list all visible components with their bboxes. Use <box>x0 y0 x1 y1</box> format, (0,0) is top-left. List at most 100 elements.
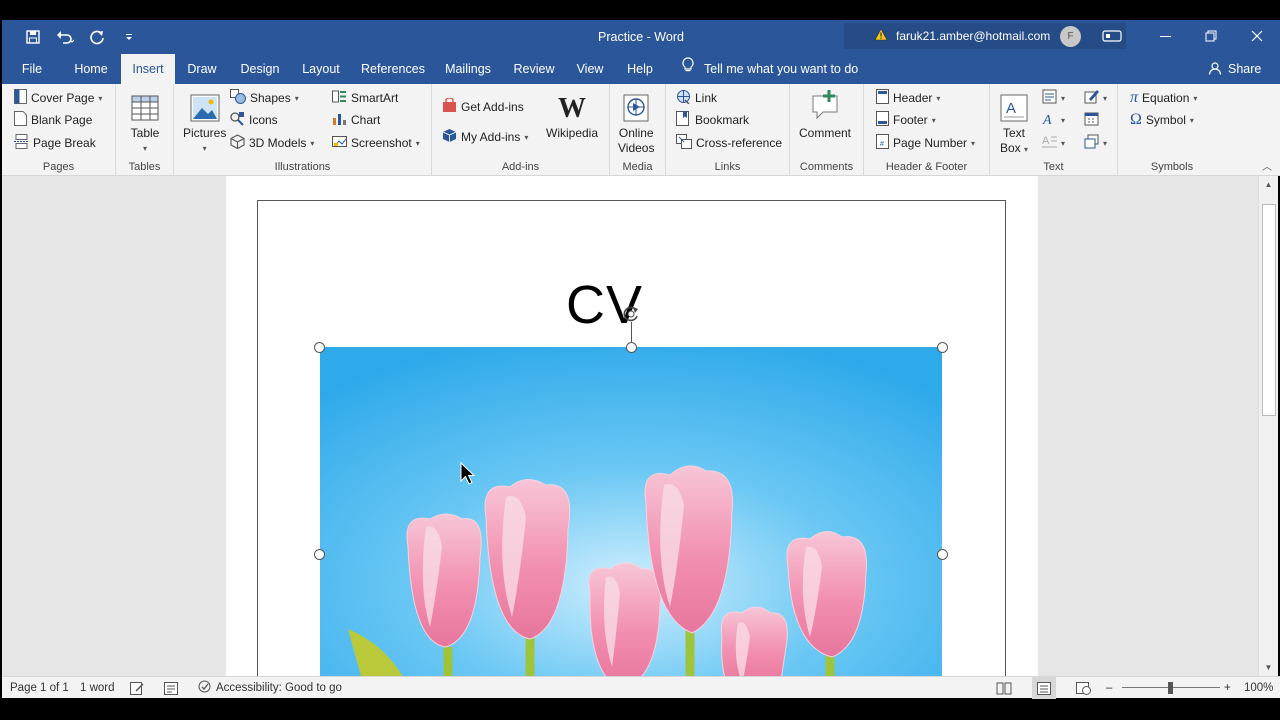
scroll-down-icon[interactable]: ▼ <box>1259 659 1278 676</box>
restore-icon[interactable] <box>1188 20 1234 52</box>
tab-home[interactable]: Home <box>68 54 114 84</box>
close-icon[interactable] <box>1234 20 1280 52</box>
minimize-icon[interactable] <box>1142 20 1188 52</box>
word-count[interactable]: 1 word <box>80 677 115 699</box>
ribbon-tabs: File Home Insert Draw Design Layout Refe… <box>2 54 1280 84</box>
macro-recording-icon[interactable] <box>164 677 178 699</box>
page-number-button[interactable]: # Page Number ▾ <box>876 133 975 153</box>
tab-references[interactable]: References <box>358 54 428 84</box>
zoom-level[interactable]: 100% <box>1244 677 1273 699</box>
wikipedia-button[interactable]: W Wikipedia <box>546 92 598 141</box>
proofing-icon[interactable] <box>130 677 144 699</box>
screenshot-button[interactable]: Screenshot ▾ <box>332 133 420 153</box>
tell-me-search[interactable]: Tell me what you want to do <box>682 54 858 84</box>
group-links: Link Bookmark Cross-reference Links <box>666 84 790 176</box>
chart-button[interactable]: Chart <box>332 110 380 130</box>
pictures-icon <box>189 92 221 124</box>
resize-handle-right[interactable] <box>937 549 948 560</box>
signature-line-icon <box>1084 89 1099 107</box>
get-addins-button[interactable]: Get Add-ins <box>442 97 524 117</box>
collapse-ribbon-icon[interactable]: ︿ <box>1262 158 1272 173</box>
symbol-button[interactable]: Ω Symbol ▾ <box>1130 110 1194 130</box>
object-icon <box>1084 134 1099 152</box>
resize-handle-top-left[interactable] <box>314 342 325 353</box>
zoom-in-icon[interactable]: + <box>1224 677 1231 699</box>
table-button[interactable]: Table ▾ <box>129 92 161 156</box>
group-label-illustrations: Illustrations <box>274 161 331 173</box>
shapes-button[interactable]: Shapes ▾ <box>230 88 299 108</box>
comment-button[interactable]: Comment <box>799 88 851 141</box>
tab-file[interactable]: File <box>14 54 50 84</box>
wikipedia-icon: W <box>558 92 587 124</box>
document-page[interactable]: CV <box>226 176 1038 676</box>
accessibility-status[interactable]: Accessibility: Good to go <box>198 677 342 699</box>
link-button[interactable]: Link <box>676 88 717 108</box>
save-icon[interactable] <box>22 27 44 47</box>
web-layout-icon[interactable] <box>1076 677 1091 699</box>
tab-draw[interactable]: Draw <box>182 54 222 84</box>
pictures-button[interactable]: Pictures ▾ <box>183 92 226 156</box>
inserted-picture[interactable] <box>320 347 942 676</box>
text-box-button[interactable]: A Text Box ▾ <box>998 92 1030 157</box>
page-count[interactable]: Page 1 of 1 <box>10 677 69 699</box>
screenshot-icon <box>332 134 347 152</box>
my-addins-icon <box>442 128 457 146</box>
account-area[interactable]: faruk21.amber@hotmail.com F <box>844 23 1126 49</box>
object-button[interactable]: ▾ <box>1084 133 1107 153</box>
tab-mailings[interactable]: Mailings <box>438 54 498 84</box>
vertical-scrollbar[interactable]: ▲ ▼ <box>1258 176 1278 676</box>
cross-reference-button[interactable]: Cross-reference <box>676 133 782 153</box>
online-video-icon <box>620 92 652 124</box>
icons-button[interactable]: Icons <box>230 110 278 130</box>
header-button[interactable]: Header ▾ <box>876 88 940 108</box>
zoom-out-icon[interactable]: – <box>1106 677 1112 699</box>
equation-button[interactable]: π Equation ▾ <box>1130 88 1197 108</box>
resize-handle-top[interactable] <box>626 342 637 353</box>
resize-handle-left[interactable] <box>314 549 325 560</box>
cover-page-button[interactable]: Cover Page ▾ <box>14 88 102 108</box>
zoom-slider-thumb[interactable] <box>1168 682 1173 694</box>
share-button[interactable]: Share <box>1208 54 1261 84</box>
scrollbar-thumb[interactable] <box>1262 204 1276 416</box>
tab-insert[interactable]: Insert <box>121 54 175 84</box>
omega-icon: Ω <box>1130 111 1142 128</box>
quick-parts-button[interactable]: ▾ <box>1042 88 1065 108</box>
tab-help[interactable]: Help <box>620 54 660 84</box>
tab-view[interactable]: View <box>570 54 610 84</box>
title-bar: Practice - Word faruk21.amber@hotmail.co… <box>2 20 1280 54</box>
customize-qat-icon[interactable] <box>118 27 140 47</box>
wordart-button[interactable]: A ▾ <box>1042 110 1065 130</box>
group-label-addins: Add-ins <box>501 161 540 173</box>
redo-icon[interactable] <box>86 27 108 47</box>
tab-design[interactable]: Design <box>234 54 286 84</box>
avatar[interactable]: F <box>1060 26 1081 47</box>
ribbon: Cover Page ▾ Blank Page Page Break Pages … <box>2 84 1280 176</box>
table-icon <box>129 92 161 124</box>
rotate-handle-icon[interactable] <box>621 304 641 324</box>
tab-layout[interactable]: Layout <box>296 54 346 84</box>
smartart-button[interactable]: SmartArt <box>332 88 398 108</box>
bookmark-button[interactable]: Bookmark <box>676 110 749 130</box>
3d-models-button[interactable]: 3D Models ▾ <box>230 133 314 153</box>
store-icon <box>442 97 457 116</box>
read-mode-icon[interactable] <box>996 677 1012 699</box>
tab-review[interactable]: Review <box>508 54 560 84</box>
date-time-button[interactable] <box>1084 110 1099 130</box>
tell-me-label: Tell me what you want to do <box>704 62 859 76</box>
coauthoring-icon[interactable] <box>1102 29 1122 46</box>
undo-icon[interactable] <box>54 27 76 47</box>
footer-button[interactable]: Footer ▾ <box>876 110 936 130</box>
group-label-comments: Comments <box>799 161 854 173</box>
drop-cap-button[interactable]: A ▾ <box>1042 133 1065 153</box>
page-break-button[interactable]: Page Break <box>14 133 96 153</box>
warning-icon[interactable] <box>874 28 888 44</box>
online-videos-button[interactable]: Online Videos <box>618 92 654 156</box>
my-addins-button[interactable]: My Add-ins ▾ <box>442 127 528 147</box>
cross-reference-icon <box>676 134 692 152</box>
blank-page-button[interactable]: Blank Page <box>14 110 92 130</box>
print-layout-icon[interactable] <box>1032 677 1056 699</box>
signature-line-button[interactable]: ▾ <box>1084 88 1107 108</box>
resize-handle-top-right[interactable] <box>937 342 948 353</box>
comment-icon <box>809 88 841 124</box>
scroll-up-icon[interactable]: ▲ <box>1259 176 1278 193</box>
